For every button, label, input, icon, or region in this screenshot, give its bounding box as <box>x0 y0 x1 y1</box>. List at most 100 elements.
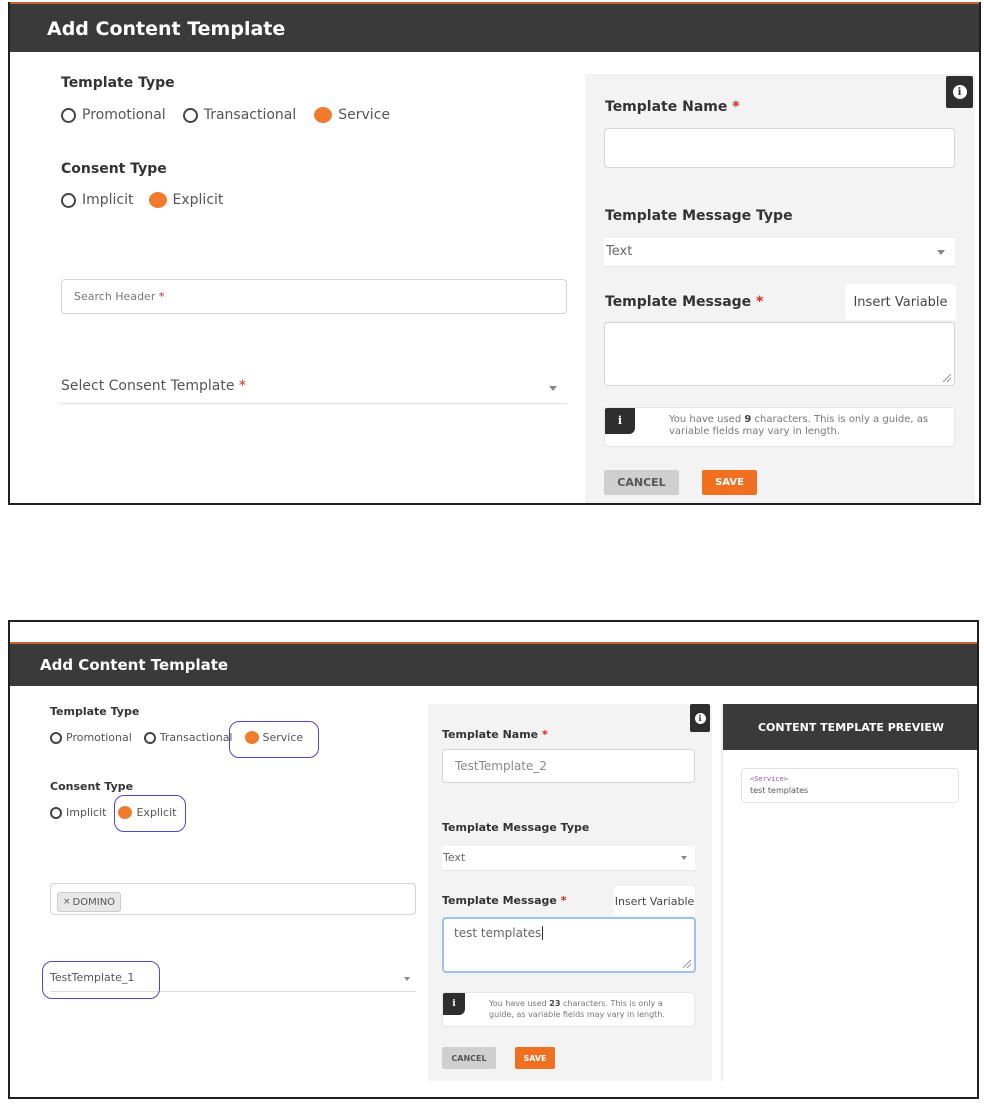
radio-transactional[interactable]: Transactional <box>182 107 297 123</box>
preview-title: CONTENT TEMPLATE PREVIEW <box>723 704 977 750</box>
consent-template-select[interactable]: TestTemplate_1 <box>50 967 416 992</box>
radio-selected-icon <box>118 806 133 819</box>
radio-implicit[interactable]: Implicit <box>50 806 106 819</box>
insert-variable-button[interactable]: Insert Variable <box>614 886 695 916</box>
textarea-value: test templates <box>454 926 542 940</box>
template-message-type-label: Template Message Type <box>442 821 590 834</box>
info-icon: i <box>694 712 706 724</box>
radio-label: Implicit <box>82 192 134 208</box>
resize-handle[interactable] <box>943 374 951 382</box>
info-icon: i <box>443 993 465 1015</box>
character-count-notice: i You have used 23 characters. This is o… <box>442 992 695 1027</box>
required-mark: * <box>238 378 246 394</box>
info-button[interactable]: i <box>946 76 973 108</box>
dialog-title: Add Content Template <box>10 642 977 686</box>
chevron-down-icon <box>549 386 557 391</box>
info-icon: i <box>605 408 635 434</box>
chevron-down-icon <box>404 977 410 981</box>
template-type-radio-group: Promotional Transactional Service <box>61 107 390 123</box>
preview-tag: <Service> <box>750 775 788 783</box>
template-type-label: Template Type <box>61 75 175 91</box>
info-button[interactable]: i <box>690 704 710 732</box>
radio-service[interactable]: Service <box>314 107 390 123</box>
template-message-type-label: Template Message Type <box>605 208 793 224</box>
select-value: Text <box>443 851 466 864</box>
radio-promotional[interactable]: Promotional <box>50 731 132 744</box>
radio-label: Service <box>262 731 304 744</box>
insert-variable-button[interactable]: Insert Variable <box>845 284 956 320</box>
select-value: Text <box>606 244 633 259</box>
dialog-title: Add Content Template <box>10 2 979 52</box>
radio-unselected-icon <box>50 806 62 819</box>
required-mark: * <box>732 99 740 115</box>
select-value: TestTemplate_1 <box>50 971 135 984</box>
radio-implicit[interactable]: Implicit <box>61 192 134 208</box>
radio-transactional[interactable]: Transactional <box>143 731 233 744</box>
header-chip: × DOMINO <box>57 892 122 912</box>
radio-label: Explicit <box>172 192 224 208</box>
radio-unselected-icon <box>50 731 62 744</box>
template-message-textarea[interactable]: test templates <box>442 917 696 973</box>
text-cursor <box>542 926 544 940</box>
consent-type-label: Consent Type <box>50 780 134 793</box>
template-type-radio-group: Promotional Transactional Service <box>50 731 303 744</box>
cancel-button[interactable]: CANCEL <box>604 470 679 495</box>
save-button[interactable]: SAVE <box>702 470 757 495</box>
required-mark: * <box>560 894 567 907</box>
radio-label: Implicit <box>66 806 107 819</box>
template-message-type-select[interactable]: Text <box>442 846 695 871</box>
remove-chip-icon[interactable]: × <box>63 897 71 907</box>
screen-2-dialog: Add Content Template Template Type Promo… <box>8 620 979 1099</box>
character-count-notice: i You have used 9 characters. This is on… <box>604 407 955 447</box>
template-name-input[interactable]: TestTemplate_2 <box>442 749 695 783</box>
consent-type-radio-group: Implicit Explicit <box>61 192 223 208</box>
radio-selected-icon <box>244 731 259 744</box>
radio-selected-icon <box>314 107 333 123</box>
required-mark: * <box>756 294 764 310</box>
radio-explicit[interactable]: Explicit <box>148 192 224 208</box>
radio-label: Promotional <box>82 107 166 123</box>
template-form-panel: i Template Name * Template Message Type … <box>585 74 975 503</box>
radio-unselected-icon <box>61 107 76 123</box>
resize-handle[interactable] <box>683 960 691 968</box>
template-name-label: Template Name * <box>605 99 740 115</box>
template-name-label: Template Name * <box>442 728 548 741</box>
radio-label: Transactional <box>203 107 297 123</box>
save-button[interactable]: SAVE <box>515 1047 555 1069</box>
chevron-down-icon <box>681 856 687 860</box>
radio-explicit[interactable]: Explicit <box>118 806 176 819</box>
required-mark: * <box>158 290 165 303</box>
label-text: Template Message <box>605 294 752 310</box>
content-template-preview: CONTENT TEMPLATE PREVIEW <Service> test … <box>721 704 977 1081</box>
consent-type-label: Consent Type <box>61 161 167 177</box>
radio-unselected-icon <box>61 192 76 208</box>
template-name-input[interactable] <box>604 128 955 168</box>
info-icon: i <box>952 85 967 99</box>
radio-label: Promotional <box>66 731 132 744</box>
search-header-input[interactable]: × DOMINO <box>50 883 416 915</box>
character-count: 23 <box>549 999 561 1008</box>
required-mark: * <box>541 728 548 741</box>
notice-text: You have used <box>669 414 745 425</box>
radio-label: Explicit <box>136 806 177 819</box>
consent-template-select[interactable]: Select Consent Template * <box>61 376 567 404</box>
label-text: Template Message <box>442 894 557 907</box>
consent-template-placeholder: Select Consent Template <box>61 378 235 394</box>
search-header-placeholder: Search Header <box>74 290 156 303</box>
template-form-panel: i Template Name * TestTemplate_2 Templat… <box>428 704 712 1081</box>
radio-label: Service <box>338 107 391 123</box>
chip-label: DOMINO <box>72 896 116 908</box>
chevron-down-icon <box>937 250 945 255</box>
consent-type-radio-group: Implicit Explicit <box>50 806 176 819</box>
search-header-input[interactable]: Search Header * <box>61 279 567 314</box>
radio-promotional[interactable]: Promotional <box>61 107 166 123</box>
cancel-button[interactable]: CANCEL <box>442 1047 496 1069</box>
template-message-type-select[interactable]: Text <box>604 238 955 267</box>
template-type-label: Template Type <box>50 705 140 718</box>
preview-body: test templates <box>750 786 809 795</box>
template-message-textarea[interactable] <box>604 322 955 386</box>
label-text: Template Name <box>605 99 728 115</box>
template-message-label: Template Message * <box>605 294 763 310</box>
preview-card: <Service> test templates <box>741 768 959 803</box>
radio-service[interactable]: Service <box>244 731 304 744</box>
